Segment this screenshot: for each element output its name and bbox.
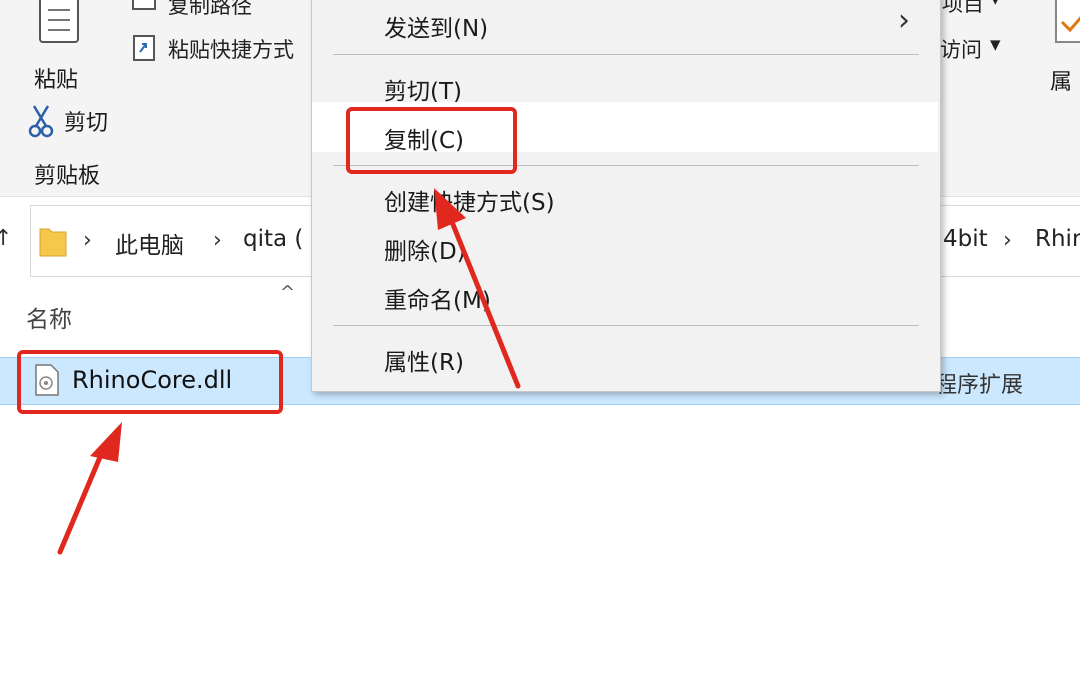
- arrow-to-copy: [434, 188, 521, 389]
- annotation-arrows: [57, 188, 521, 555]
- arrow-to-file: [57, 422, 122, 555]
